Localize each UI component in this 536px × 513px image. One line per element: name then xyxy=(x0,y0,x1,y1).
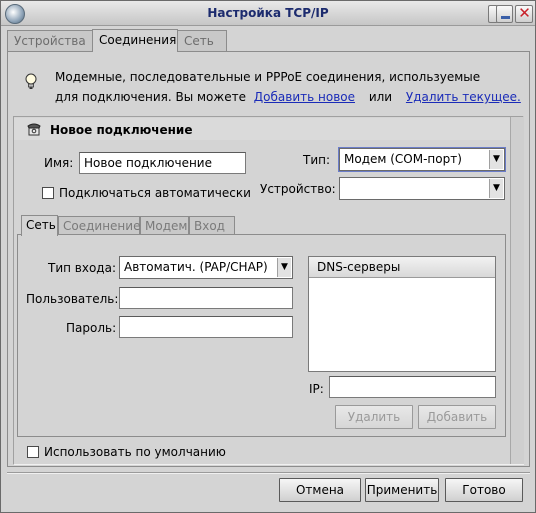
tab-network[interactable]: Сеть xyxy=(177,30,227,52)
ip-label: IP: xyxy=(309,382,324,396)
tab-devices-label: Устройства xyxy=(14,34,86,48)
cancel-button[interactable]: Отмена xyxy=(279,478,361,502)
login-type-select[interactable]: Автоматич. (PAP/CHAP) ▼ xyxy=(119,256,293,279)
done-button[interactable]: Готово xyxy=(445,478,523,502)
type-select-value: Модем (COM-порт) xyxy=(344,152,462,166)
device-select[interactable]: ▼ xyxy=(339,177,505,200)
tab-inner-login[interactable]: Вход xyxy=(189,216,235,236)
ip-input[interactable] xyxy=(329,376,496,398)
delete-current-link[interactable]: Удалить текущее. xyxy=(406,90,521,104)
auto-connect-checkbox[interactable] xyxy=(42,187,54,199)
triangle-down-icon[interactable]: ▼ xyxy=(489,150,503,169)
close-icon: ✕ xyxy=(518,4,531,22)
name-label: Имя: xyxy=(44,156,74,170)
add-new-link[interactable]: Добавить новое xyxy=(254,90,355,104)
type-label: Тип: xyxy=(303,153,331,167)
telephone-icon xyxy=(27,122,41,140)
info-text-line1: Модемные, последовательные и PPPoE соеди… xyxy=(55,70,481,84)
close-button[interactable]: ✕ xyxy=(515,4,533,23)
login-type-value: Автоматич. (PAP/CHAP) xyxy=(124,260,268,274)
apply-button[interactable]: Применить xyxy=(365,478,439,502)
tab-network-label: Сеть xyxy=(184,34,214,48)
delete-dns-button[interactable]: Удалить xyxy=(335,405,413,429)
device-label: Устройство: xyxy=(260,182,336,196)
triangle-down-icon[interactable]: ▼ xyxy=(277,258,291,277)
password-label: Пароль: xyxy=(66,321,117,335)
tab-inner-modem[interactable]: Модем xyxy=(140,216,189,236)
tab-inner-network[interactable]: Сеть xyxy=(21,215,58,236)
tab-inner-connection[interactable]: Соединение xyxy=(58,216,140,236)
triangle-down-icon[interactable]: ▼ xyxy=(489,179,503,198)
tab-inner-network-label: Сеть xyxy=(26,218,56,232)
login-type-label: Тип входа: xyxy=(48,261,116,275)
user-input[interactable] xyxy=(119,287,293,309)
dns-list-header[interactable]: DNS-серверы xyxy=(309,257,495,278)
tab-inner-modem-label: Модем xyxy=(145,219,188,233)
tab-connections-label: Соединения xyxy=(99,33,177,47)
info-text-line2: для подключения. Вы можете Добавить ново… xyxy=(55,90,521,104)
minimize-button[interactable] xyxy=(496,5,513,23)
tab-inner-login-label: Вход xyxy=(194,219,225,233)
tcpip-settings-window: Настройка TCP/IP ✕ Устройства Соединения… xyxy=(0,0,536,513)
connection-scrollbar[interactable] xyxy=(510,117,524,464)
lightbulb-icon xyxy=(25,73,37,95)
password-input[interactable] xyxy=(119,316,293,338)
info-text-prefix: для подключения. Вы можете xyxy=(55,90,246,104)
connection-title: Новое подключение xyxy=(50,123,193,137)
tab-inner-connection-label: Соединение xyxy=(63,219,141,233)
use-default-checkbox[interactable] xyxy=(27,446,39,458)
auto-connect-label: Подключаться автоматически xyxy=(59,186,251,200)
footer-separator xyxy=(7,472,530,474)
user-label: Пользователь: xyxy=(26,292,119,306)
name-input[interactable]: Новое подключение xyxy=(79,152,246,174)
window-title: Настройка TCP/IP xyxy=(207,6,329,20)
use-default-label: Использовать по умолчанию xyxy=(44,445,226,459)
type-select[interactable]: Модем (COM-порт) ▼ xyxy=(338,147,506,172)
add-dns-button[interactable]: Добавить xyxy=(418,405,496,429)
tab-connections[interactable]: Соединения xyxy=(92,29,178,52)
info-or-text: или xyxy=(368,90,393,104)
title-bar: Настройка TCP/IP ✕ xyxy=(1,1,535,26)
minimize-icon xyxy=(501,16,510,19)
tab-devices[interactable]: Устройства xyxy=(7,30,93,52)
